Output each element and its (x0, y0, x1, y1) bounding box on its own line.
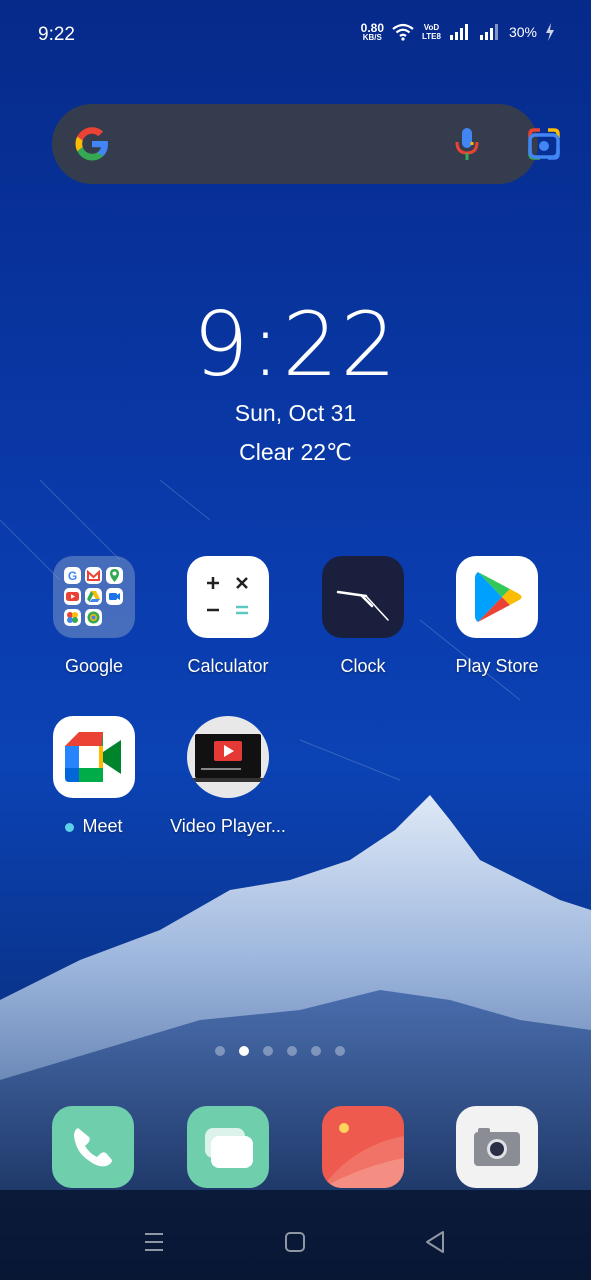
menu-icon[interactable] (134, 1222, 174, 1262)
dock-gallery[interactable] (322, 1106, 404, 1188)
meet-icon (53, 716, 135, 798)
widget-time: 9:22 (192, 293, 399, 396)
svg-text:G: G (68, 569, 77, 583)
page-dot-4[interactable] (287, 1046, 297, 1056)
volte-bottom: LTE8 (422, 32, 441, 41)
volte-indicator: VoD LTE8 (422, 23, 441, 41)
app-label: Clock (340, 656, 386, 676)
battery-percent: 30% (508, 24, 537, 40)
google-search-bar[interactable] (52, 104, 560, 184)
messages-icon (205, 1128, 253, 1168)
wifi-icon (392, 23, 414, 41)
navigation-bar (0, 1200, 591, 1280)
volte-top: VoD (423, 23, 440, 32)
signal-icon (449, 24, 468, 40)
calculator-icon (187, 556, 269, 638)
clock-icon (322, 556, 404, 638)
app-label: Google (64, 656, 124, 676)
home-icon[interactable] (275, 1222, 315, 1262)
app-label: Calculator (187, 656, 269, 676)
dock-phone[interactable] (52, 1106, 134, 1188)
signal-icon-2 (479, 24, 498, 40)
video-player-icon (187, 716, 269, 798)
microphone-icon[interactable] (450, 126, 484, 162)
dock-camera[interactable] (456, 1106, 538, 1188)
phone-icon (74, 1128, 112, 1167)
app-play-store[interactable]: Play Store (432, 556, 562, 677)
app-clock[interactable]: Clock (298, 556, 428, 677)
app-video-player[interactable]: Video Player... (163, 716, 293, 837)
charging-icon (546, 23, 554, 41)
page-dot-6[interactable] (335, 1046, 345, 1056)
play-store-icon (456, 556, 538, 638)
widget-weather: Clear 22℃ (239, 439, 352, 465)
status-time: 9:22 (38, 24, 75, 45)
new-indicator-dot (65, 822, 75, 832)
app-calculator[interactable]: Calculator (163, 556, 293, 677)
camera-icon (474, 1128, 520, 1166)
app-google-folder[interactable]: G Google (29, 556, 159, 677)
google-g-icon (75, 127, 108, 161)
google-lens-icon[interactable] (526, 126, 562, 162)
page-dot-5[interactable] (311, 1046, 321, 1056)
app-meet[interactable]: Meet (29, 716, 159, 837)
app-label: Video Player... (170, 816, 286, 836)
network-speed-unit: KB/S (362, 33, 382, 42)
back-icon[interactable] (415, 1222, 455, 1262)
status-icons: 0.80 KB/S VoD LTE8 30% (361, 22, 555, 42)
app-label-text: Meet (82, 816, 123, 836)
page-dot-3[interactable] (263, 1046, 273, 1056)
google-folder-icon: G (53, 556, 135, 638)
app-label: Meet (29, 816, 159, 837)
page-dot-2-active[interactable] (239, 1046, 249, 1056)
page-dot-1[interactable] (215, 1046, 225, 1056)
dock-messages[interactable] (187, 1106, 269, 1188)
page-indicator[interactable] (215, 1046, 345, 1056)
widget-date: Sun, Oct 31 (234, 400, 357, 426)
status-bar: 9:22 0.80 KB/S VoD LTE8 30% (0, 0, 591, 72)
gallery-icon (322, 1123, 404, 1188)
network-speed: 0.80 KB/S (361, 22, 384, 42)
clock-widget[interactable]: 9:22 Sun, Oct 31 Clear 22℃ (0, 295, 591, 466)
app-label: Play Store (455, 656, 539, 676)
